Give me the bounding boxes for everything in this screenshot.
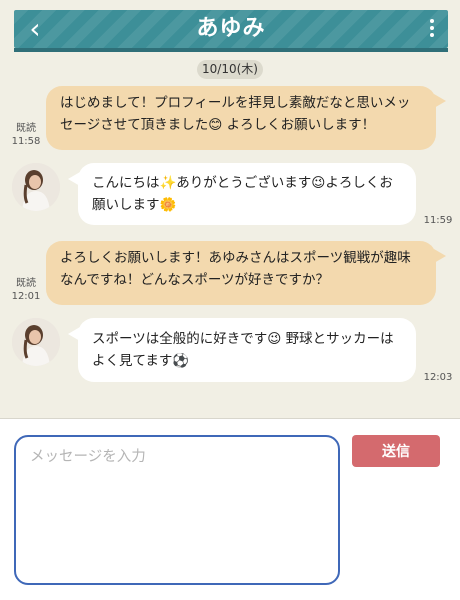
message-bubble-outgoing[interactable]: よろしくお願いします！あゆみさんはスポーツ観戦が趣味なんですね！どんなスポーツが… (46, 241, 436, 305)
header-shadow (14, 48, 448, 52)
message-bubble-outgoing[interactable]: はじめまして！プロフィールを拝見し素敵だなと思いメッセージさせて頂きました😊 よ… (46, 86, 436, 150)
message-bubble-incoming[interactable]: こんにちは✨ありがとうございます😉よろしくお願いします🌼 (78, 163, 416, 225)
message-time: 12:03 (423, 372, 453, 383)
message-text: スポーツは全般的に好きです😉 野球とサッカーはよく見てます⚽ (92, 331, 394, 369)
message-composer: 送信 (0, 418, 460, 600)
avatar-image (12, 318, 60, 366)
read-receipt: 既読 (16, 278, 36, 289)
avatar[interactable] (12, 318, 60, 366)
back-button[interactable]: ‹ (20, 13, 50, 45)
message-time: 11:59 (423, 215, 453, 226)
message-text: はじめまして！プロフィールを拝見し素敵だなと思いメッセージさせて頂きました😊 よ… (60, 95, 411, 133)
message-text: よろしくお願いします！あゆみさんはスポーツ観戦が趣味なんですね！どんなスポーツが… (60, 250, 411, 288)
vertical-dots-icon (424, 19, 440, 37)
message-meta: 既読 11:58 (8, 122, 44, 148)
date-separator: 10/10(木) (197, 60, 263, 79)
message-bubble-incoming[interactable]: スポーツは全般的に好きです😉 野球とサッカーはよく見てます⚽ (78, 318, 416, 382)
avatar-image (12, 163, 60, 211)
bubble-tail (434, 249, 446, 263)
message-meta: 既読 12:01 (8, 277, 44, 303)
menu-button[interactable] (424, 17, 440, 41)
message-time: 12:01 (11, 291, 41, 302)
message-text: こんにちは✨ありがとうございます😉よろしくお願いします🌼 (92, 175, 393, 213)
send-button[interactable]: 送信 (352, 435, 440, 467)
avatar[interactable] (12, 163, 60, 211)
read-receipt: 既読 (16, 123, 36, 134)
chat-header: あゆみ ‹ (14, 10, 448, 48)
chat-title: あゆみ (196, 16, 266, 41)
message-input[interactable] (14, 435, 340, 585)
bubble-tail (434, 94, 446, 108)
message-time: 11:58 (11, 136, 41, 147)
chevron-left-icon: ‹ (29, 12, 41, 45)
